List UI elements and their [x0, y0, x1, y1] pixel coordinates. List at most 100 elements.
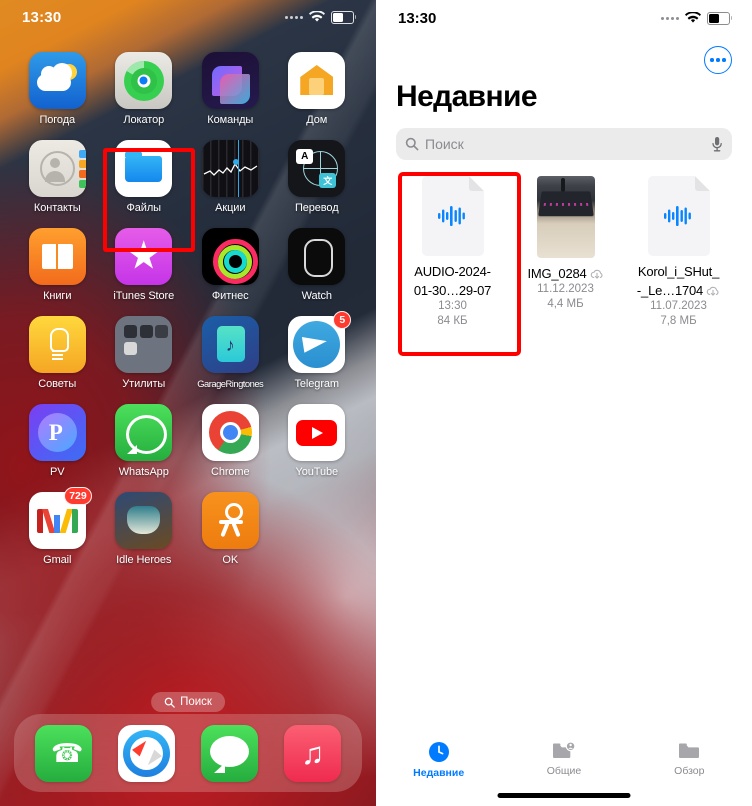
app-telegram[interactable]: 5 Telegram	[274, 311, 361, 390]
app-empty-slot	[274, 492, 361, 566]
file-item[interactable]: IMG_0284 11.12.2023 4,4 МБ	[509, 176, 622, 329]
file-item[interactable]: Korol_i_SHut_ -_Le…1704 11.07.2023 7,8 М…	[622, 176, 735, 329]
microphone-icon[interactable]	[711, 136, 723, 153]
app-watch[interactable]: Watch	[274, 228, 361, 302]
app-label: Команды	[207, 114, 254, 126]
app-garageringtones[interactable]: ♪ GarageRingtones	[187, 316, 274, 390]
file-name-line2: -_Le…1704	[636, 283, 704, 298]
home-status-bar: 13:30	[0, 0, 376, 34]
file-meta-date: 11.07.2023	[650, 300, 707, 312]
app-contacts[interactable]: Контакты	[14, 140, 101, 214]
waveform-glyph	[663, 206, 691, 226]
app-label: Фитнес	[211, 290, 249, 302]
pv-app-icon[interactable]: P	[28, 404, 86, 461]
app-label: Перевод	[294, 202, 339, 214]
app-utilities-folder[interactable]: Утилиты	[101, 316, 188, 390]
app-tips[interactable]: Советы	[14, 316, 101, 390]
tab-label: Общие	[546, 765, 582, 777]
home-app-icon[interactable]	[288, 52, 346, 109]
stocks-app-icon[interactable]	[201, 140, 259, 197]
app-chrome[interactable]: Chrome	[187, 404, 274, 478]
tab-recents[interactable]: Недавние	[376, 724, 501, 806]
contacts-app-icon[interactable]	[28, 140, 86, 197]
app-grid: Погода Локатор Команды Дом Контакты Файл…	[0, 52, 376, 580]
safari-app-icon[interactable]	[118, 724, 175, 782]
app-whatsapp[interactable]: WhatsApp	[101, 404, 188, 478]
app-idle-heroes[interactable]: Idle Heroes	[101, 492, 188, 566]
tab-label: Обзор	[674, 765, 705, 777]
app-row: Советы Утилиты ♪ GarageRingtones 5 Teleg…	[14, 311, 362, 404]
status-clock: 13:30	[398, 9, 437, 27]
app-label: Утилиты	[122, 378, 166, 390]
ok-app-icon[interactable]	[201, 492, 259, 549]
clock-icon	[428, 742, 449, 762]
app-books[interactable]: Книги	[14, 228, 101, 302]
music-app-icon[interactable]: ♫	[284, 724, 341, 782]
tab-browse[interactable]: Обзор	[627, 724, 752, 806]
status-indicators	[285, 10, 357, 24]
whatsapp-app-icon[interactable]	[115, 404, 173, 461]
wifi-icon	[309, 11, 325, 22]
app-label: WhatsApp	[118, 466, 169, 478]
dock: ☎ ♫	[14, 714, 362, 792]
app-find-my[interactable]: Локатор	[101, 52, 188, 126]
translate-app-icon[interactable]: A文	[288, 140, 346, 197]
utilities-folder-icon[interactable]	[115, 316, 173, 373]
files-status-bar: 13:30	[376, 0, 752, 36]
app-label: Idle Heroes	[116, 554, 172, 566]
notification-badge: 729	[64, 487, 92, 505]
notification-badge: 5	[333, 311, 352, 329]
signal-dots-icon	[661, 16, 679, 20]
app-translate[interactable]: A文 Перевод	[274, 140, 361, 214]
app-youtube[interactable]: YouTube	[274, 404, 361, 478]
audio-waveform-file-icon	[647, 176, 710, 256]
fitness-app-icon[interactable]	[201, 228, 259, 285]
app-files[interactable]: Файлы	[101, 140, 188, 214]
find-my-app-icon[interactable]	[115, 52, 173, 109]
file-meta-size: 84 КБ	[437, 315, 468, 327]
battery-icon	[707, 11, 733, 25]
app-ok[interactable]: OK	[187, 492, 274, 566]
app-gmail[interactable]: 729 Gmail	[14, 487, 101, 566]
itunes-app-icon[interactable]: ★	[115, 228, 173, 285]
file-meta-size: 7,8 МБ	[660, 315, 697, 327]
more-circle-icon[interactable]	[704, 46, 732, 74]
file-meta-date: 13:30	[438, 300, 467, 312]
signal-dots-icon	[285, 15, 303, 19]
icloud-download-icon	[706, 286, 719, 296]
app-label: OK	[222, 554, 239, 566]
watch-app-icon[interactable]	[288, 228, 346, 285]
app-weather[interactable]: Погода	[14, 52, 101, 126]
app-home[interactable]: Дом	[274, 52, 361, 126]
app-label: Дом	[306, 114, 328, 126]
app-fitness[interactable]: Фитнес	[187, 228, 274, 302]
app-pv[interactable]: P PV	[14, 404, 101, 478]
app-row: P PV WhatsApp Chrome YouTube	[14, 404, 362, 492]
garageringtones-app-icon[interactable]: ♪	[201, 316, 259, 373]
phone-app-icon[interactable]: ☎	[35, 724, 92, 782]
photo-thumbnail	[536, 176, 595, 258]
home-search-pill[interactable]: Поиск	[151, 692, 225, 712]
app-label: YouTube	[295, 466, 339, 478]
chrome-app-icon[interactable]	[201, 404, 259, 461]
waveform-glyph	[437, 206, 465, 226]
search-input[interactable]: Поиск	[396, 128, 732, 160]
app-shortcuts[interactable]: Команды	[187, 52, 274, 126]
weather-app-icon[interactable]	[28, 52, 86, 109]
app-stocks[interactable]: Акции	[187, 140, 274, 214]
status-indicators	[661, 11, 733, 25]
file-name-line1: AUDIO-2024-	[414, 264, 491, 279]
shortcuts-app-icon[interactable]	[201, 52, 259, 109]
battery-icon	[331, 10, 357, 24]
app-row: 729 Gmail Idle Heroes OK	[14, 487, 362, 580]
app-label: Watch	[301, 290, 332, 302]
app-label: GarageRingtones	[197, 378, 264, 389]
file-item[interactable]: AUDIO-2024- 01-30…29-07 13:30 84 КБ	[396, 176, 509, 329]
tips-app-icon[interactable]	[28, 316, 86, 373]
files-app-icon[interactable]	[115, 140, 173, 197]
youtube-app-icon[interactable]	[288, 404, 346, 461]
app-itunes-store[interactable]: ★ iTunes Store	[101, 228, 188, 302]
books-app-icon[interactable]	[28, 228, 86, 285]
idle-heroes-app-icon[interactable]	[115, 492, 173, 549]
messages-app-icon[interactable]	[201, 724, 258, 782]
